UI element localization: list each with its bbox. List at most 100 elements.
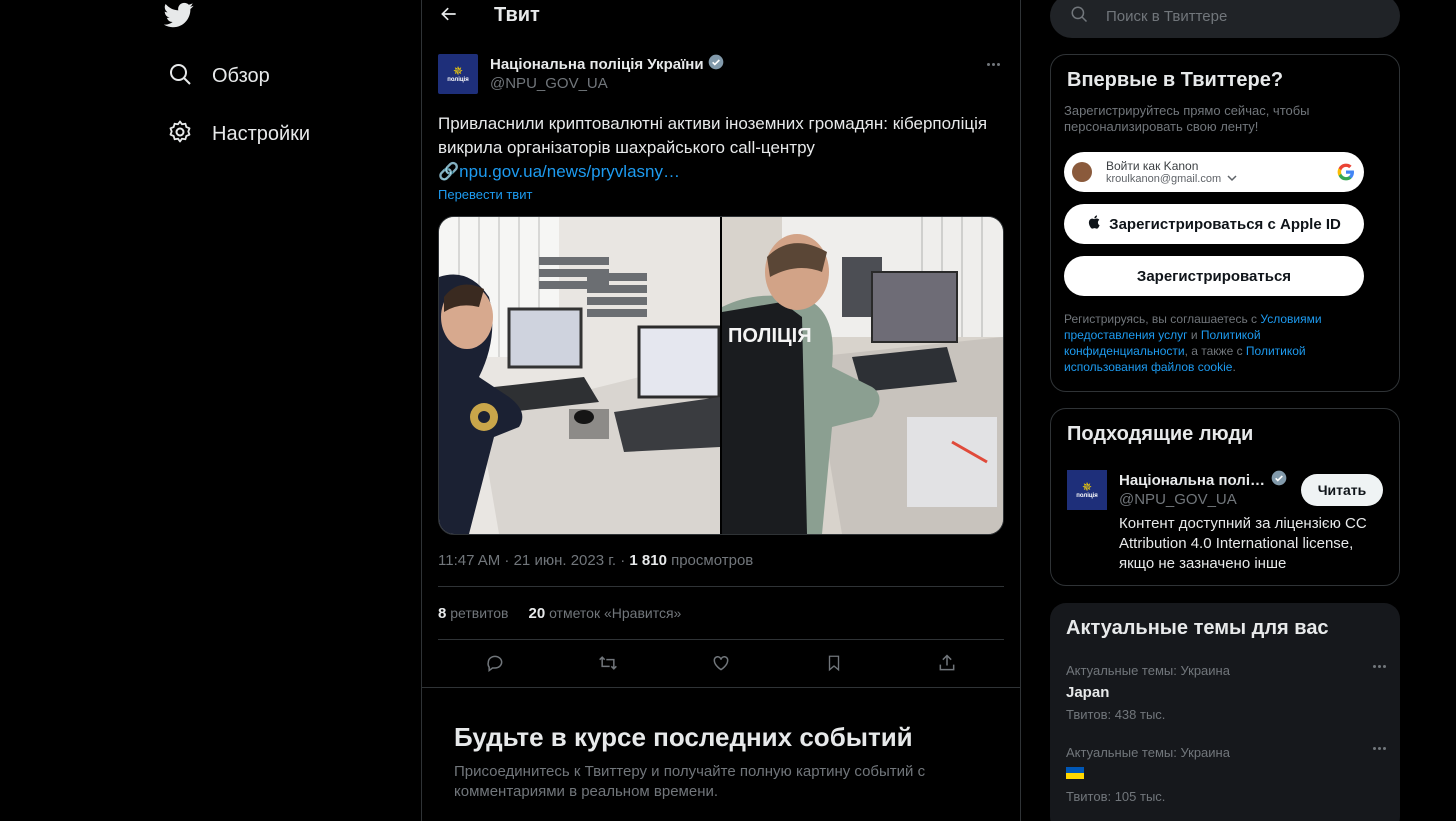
tweet-time[interactable]: 11:47 AM · 21 июн. 2023 г. · [438, 552, 629, 569]
person-bio: Контент доступний за ліцензією CC Attrib… [1119, 515, 1367, 572]
chevron-down-icon [1227, 173, 1237, 185]
google-account-avatar [1072, 162, 1092, 182]
person-name: Національна полі… [1119, 471, 1265, 489]
author-name-row[interactable]: Національна поліція України [490, 54, 724, 74]
verified-badge-icon [1271, 470, 1287, 490]
trend-context: Актуальные темы: Украина [1066, 745, 1230, 760]
signup-title: Впервые в Твиттере? [1067, 69, 1284, 91]
cta-title: Будьте в курсе последних событий [454, 722, 913, 752]
nav-settings[interactable]: Настройки [158, 109, 320, 159]
trend-item[interactable]: Актуальные темы: Украина Твитов: 105 тыс… [1066, 745, 1386, 804]
follow-button[interactable]: Читать [1301, 474, 1383, 506]
section-divider [422, 687, 1020, 688]
legal-and: и [1187, 328, 1201, 342]
google-account-email: kroulkanon@gmail.com [1106, 173, 1222, 185]
person-name-row[interactable]: Національна полі… [1119, 470, 1287, 490]
trends-card: Актуальные темы для вас Актуальные темы:… [1050, 603, 1400, 821]
left-nav: Обзор Настройки [0, 0, 421, 821]
top-bar: Твит [422, 0, 1020, 34]
verified-badge-icon [708, 54, 724, 74]
apple-logo-icon [1087, 213, 1103, 235]
like-button[interactable] [706, 650, 736, 680]
tweet-link[interactable]: npu.gov.ua/news/pryvlasny… [459, 162, 680, 181]
back-button[interactable] [436, 3, 462, 29]
google-account-info: Войти как Kanon kroulkanon@gmail.com [1106, 159, 1237, 185]
trend-name [1066, 766, 1386, 783]
trend-item[interactable]: Актуальные темы: Украина Japan Твитов: 4… [1066, 663, 1386, 722]
link-icon: 🔗 [438, 162, 460, 181]
right-column: Впервые в Твиттере? Зарегистрируйтесь пр… [1050, 0, 1402, 821]
tweet-text: Привласнили криптовалютні активи іноземн… [438, 112, 1004, 184]
likes-count: 20 [528, 605, 546, 622]
person-handle[interactable]: @NPU_GOV_UA [1119, 491, 1237, 508]
translate-tweet-link[interactable]: Перевести твит [438, 187, 532, 202]
twitter-logo-icon[interactable] [163, 0, 196, 32]
tweet-media: ПОЛІЦІЯ [438, 216, 1004, 535]
signup-subtitle: Зарегистрируйтесь прямо сейчас, чтобы пе… [1064, 103, 1310, 134]
trend-count: Твитов: 438 тыс. [1066, 707, 1166, 722]
trend-more-button[interactable] [1373, 747, 1386, 750]
heart-icon [711, 653, 731, 678]
register-button[interactable]: Зарегистрироваться [1064, 256, 1364, 296]
nav-settings-label: Настройки [212, 122, 311, 145]
google-logo-icon [1336, 162, 1356, 182]
tweet-meta: 11:47 AM · 21 июн. 2023 г. · 1 810 просм… [438, 552, 753, 569]
bookmark-button[interactable] [819, 650, 849, 680]
share-icon [937, 653, 957, 678]
likes-stat[interactable]: 20 отметок «Нравится» [529, 605, 682, 622]
reply-icon [485, 653, 505, 678]
trends-title: Актуальные темы для вас [1066, 617, 1329, 639]
person-avatar[interactable]: ✵ поліція [1067, 470, 1107, 510]
retweets-stat[interactable]: 8 ретвитов [438, 605, 509, 622]
divider [438, 639, 1004, 640]
police-star-icon: ✵ [452, 63, 464, 78]
divider [438, 586, 1004, 587]
bookmark-icon [825, 653, 843, 678]
avatar-text: поліція [447, 76, 469, 83]
google-account-name: Войти как Kanon [1106, 159, 1199, 173]
author-avatar[interactable]: ✵ поліція [438, 54, 478, 94]
retweet-button[interactable] [593, 650, 623, 680]
search-box [1050, 0, 1400, 38]
legal-also: , а также с [1184, 344, 1246, 358]
apple-signup-button[interactable]: Зарегистрироваться с Apple ID [1064, 204, 1364, 244]
trend-context: Актуальные темы: Украина [1066, 663, 1230, 678]
trend-count: Твитов: 105 тыс. [1066, 789, 1166, 804]
main-column: Твит ✵ поліція Національна поліція Украї… [421, 0, 1021, 821]
trend-more-button[interactable] [1373, 665, 1386, 668]
arrow-left-icon [439, 4, 459, 29]
more-options-button[interactable] [982, 56, 1004, 72]
likes-label: отметок «Нравится» [549, 605, 682, 621]
who-to-follow-card: Подходящие люди ✵ поліція Національна по… [1050, 408, 1400, 586]
reply-button[interactable] [480, 650, 510, 680]
tweet-photo-2[interactable]: ПОЛІЦІЯ [722, 217, 1003, 534]
legal-prefix: Регистрируясь, вы соглашаетесь с [1064, 312, 1261, 326]
tweet-photo-1[interactable] [439, 217, 720, 534]
legal-text: Регистрируясь, вы соглашаетесь с Условия… [1064, 311, 1364, 375]
gear-icon [168, 120, 192, 149]
page-title: Твит [494, 4, 540, 26]
google-account-email-row: kroulkanon@gmail.com [1106, 173, 1237, 185]
app-root: Обзор Настройки Твит ✵ поліція Національ… [0, 0, 1456, 821]
views-count: 1 810 [629, 552, 667, 569]
cta-subtitle: Присоединитесь к Твиттеру и получайте по… [454, 763, 926, 800]
trend-name: Japan [1066, 684, 1110, 701]
tweet-body: Привласнили криптовалютні активи іноземн… [438, 114, 988, 157]
police-star-icon: ✵ [1081, 479, 1093, 494]
retweets-label: ретвитов [450, 605, 509, 621]
nav-explore-label: Обзор [212, 64, 270, 87]
share-button[interactable] [932, 650, 962, 680]
signup-card: Впервые в Твиттере? Зарегистрируйтесь пр… [1050, 54, 1400, 392]
tweet-actions [438, 650, 1004, 680]
search-input[interactable] [1106, 7, 1366, 25]
nav-explore[interactable]: Обзор [158, 51, 280, 101]
photo-police-label: ПОЛІЦІЯ [728, 325, 812, 347]
search-icon [168, 62, 192, 91]
retweets-count: 8 [438, 605, 447, 622]
search-icon [1070, 5, 1088, 28]
author-handle[interactable]: @NPU_GOV_UA [490, 75, 608, 92]
apple-signup-label: Зарегистрироваться с Apple ID [1109, 215, 1341, 233]
author-name: Національна поліція України [490, 55, 704, 73]
google-signin-button[interactable]: Войти как Kanon kroulkanon@gmail.com [1064, 152, 1364, 192]
avatar-text: поліція [1076, 492, 1098, 499]
